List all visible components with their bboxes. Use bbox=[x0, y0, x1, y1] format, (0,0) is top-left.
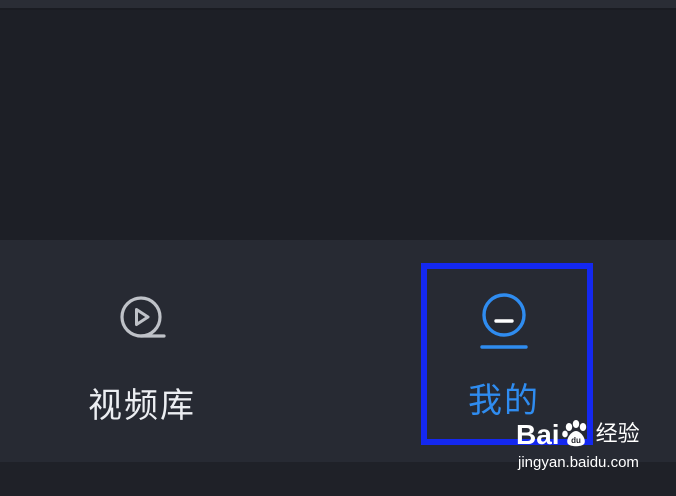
content-area bbox=[0, 10, 676, 240]
video-library-icon bbox=[114, 290, 170, 346]
watermark-suffix: 经验 bbox=[595, 422, 640, 447]
tab-mine[interactable]: 我的 bbox=[424, 265, 584, 437]
watermark-domain: jingyan.baidu.com bbox=[518, 454, 639, 471]
tab-video-library[interactable]: 视频库 bbox=[62, 290, 222, 427]
tab-video-library-label: 视频库 bbox=[88, 386, 196, 426]
baidu-jingyan-watermark: Bai du 经验 jingyan.baidu.com bbox=[516, 418, 646, 471]
baidu-logo: Bai du 经验 bbox=[516, 418, 640, 452]
tab-mine-label: 我的 bbox=[468, 381, 540, 421]
top-strip bbox=[0, 0, 676, 8]
paw-icon: du bbox=[561, 418, 591, 452]
baidu-logo-bai: Bai bbox=[516, 419, 560, 450]
svg-text:du: du bbox=[571, 436, 581, 445]
profile-icon bbox=[476, 289, 532, 359]
